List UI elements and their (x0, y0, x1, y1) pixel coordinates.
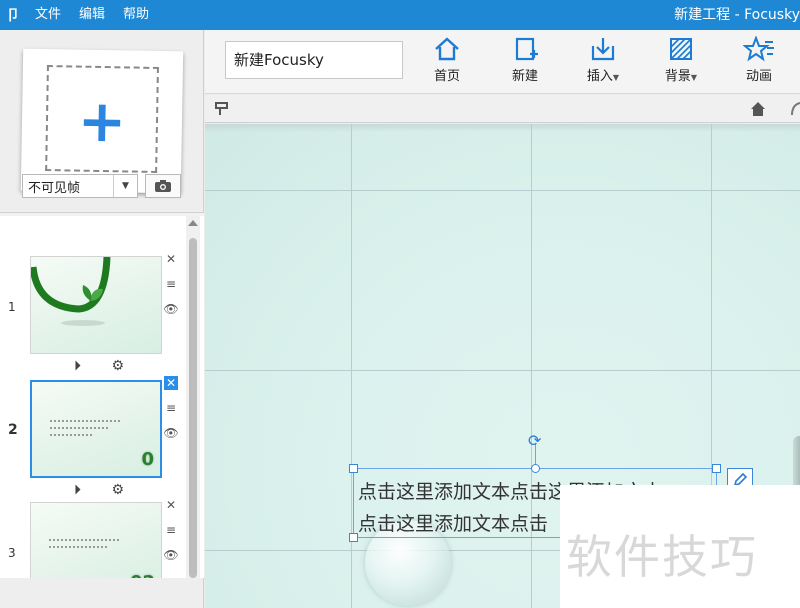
window-title: 新建工程 - Focusky (674, 7, 800, 23)
grid-line (205, 370, 800, 371)
animation-button[interactable]: 动画 (727, 36, 791, 90)
thumb-text-lines (49, 539, 125, 553)
gear-icon[interactable]: ⚙ (111, 358, 124, 374)
slide-controls: ✕ ≡ 👁︎ (163, 498, 180, 573)
resize-handle[interactable] (349, 533, 358, 542)
slide-controls: ✕ ≡ 👁︎ (163, 376, 180, 451)
slide-number: 1 (8, 300, 16, 314)
slide-number: 2 (8, 422, 18, 438)
watermark-overlay: 软件技巧 (560, 485, 800, 608)
text-line[interactable]: 点击这里添加文本点击 (358, 509, 548, 536)
slide-badge: 02 (130, 572, 155, 578)
chevron-down-icon[interactable]: ▼ (113, 175, 137, 197)
resize-handle[interactable] (712, 464, 721, 473)
background-label: 背景 (664, 69, 691, 84)
resize-handle[interactable] (349, 464, 358, 473)
home-button[interactable]: 首页 (415, 36, 479, 90)
background-icon (670, 38, 692, 60)
app-logo-icon: 卩 (6, 8, 20, 24)
menu-bar: 文件 编辑 帮助 (26, 0, 158, 30)
editing-canvas[interactable]: ⟳ 点击这里添加文本点击这里添加文本 点击这里添加文本点击 软件技巧 (205, 124, 800, 608)
dropdown-caret-icon: ▼ (690, 73, 698, 82)
close-icon[interactable]: ✕ (164, 498, 178, 512)
frame-type-select[interactable]: 不可见帧 ▼ (22, 174, 138, 198)
camera-button[interactable] (145, 174, 181, 198)
title-bar: 卩 文件 编辑 帮助 新建工程 - Focusky (0, 0, 800, 30)
watermark-text: 软件技巧 (566, 530, 758, 584)
menu-edit[interactable]: 编辑 (70, 0, 114, 30)
add-frame-button[interactable]: + (20, 48, 184, 194)
scroll-up-icon[interactable] (188, 220, 198, 226)
eye-icon[interactable]: 👁︎ (163, 548, 178, 562)
menu-icon[interactable]: ≡ (164, 277, 178, 291)
insert-label: 插入 (586, 69, 613, 84)
grid-line (205, 190, 800, 191)
eye-icon[interactable]: 👁︎ (163, 302, 178, 316)
gear-icon[interactable]: ⚙ (111, 482, 124, 498)
insert-button[interactable]: 插入▼ (571, 36, 635, 90)
play-icon[interactable]: ⏵ (74, 482, 81, 498)
slide-tools: ⏵ ⚙ (74, 482, 124, 498)
close-icon[interactable]: ✕ (164, 252, 178, 266)
eye-icon[interactable]: 👁︎ (163, 426, 178, 440)
animation-star-icon (743, 36, 774, 62)
home-view-icon[interactable] (750, 101, 766, 117)
new-frame-icon (515, 37, 538, 61)
thumb-text-lines (50, 420, 126, 441)
slide-number: 3 (8, 546, 16, 560)
leaf-ring-graphic (31, 257, 111, 326)
close-icon[interactable]: ✕ (164, 376, 178, 390)
animation-label: 动画 (745, 69, 772, 84)
slide-controls: ✕ ≡ 👁︎ (163, 252, 180, 327)
new-button[interactable]: 新建 (493, 36, 557, 90)
project-name-field[interactable]: 新建Focusky (225, 41, 403, 79)
slide-list-scrollbar[interactable] (186, 216, 200, 578)
slide-thumbnail[interactable]: 02 (30, 502, 162, 578)
slide-thumbnail[interactable] (30, 256, 162, 354)
plus-icon: + (77, 86, 127, 156)
slide-tools: ⏵ ⚙ (74, 358, 124, 374)
background-button[interactable]: 背景▼ (649, 36, 713, 90)
insert-icon (591, 38, 615, 61)
canvas-subbar (205, 95, 800, 123)
slide-item[interactable]: 3 02 ✕ ≡ 👁︎ (0, 498, 186, 578)
dropdown-caret-icon: ▼ (612, 73, 620, 82)
main-toolbar: 新建Focusky 首页 新建 插入▼ 背景▼ 动画 (205, 30, 800, 94)
menu-help[interactable]: 帮助 (114, 0, 158, 30)
format-painter-icon[interactable] (215, 102, 229, 116)
frame-type-value: 不可见帧 (28, 180, 81, 196)
menu-icon[interactable]: ≡ (164, 523, 178, 537)
scroll-thumb[interactable] (189, 238, 197, 578)
slide-badge: 0 (141, 449, 154, 470)
partial-icon[interactable] (790, 101, 800, 117)
resize-handle[interactable] (531, 464, 540, 473)
home-icon (435, 37, 459, 61)
home-label: 首页 (433, 69, 460, 84)
camera-icon (155, 180, 171, 192)
play-icon[interactable]: ⏵ (74, 358, 81, 374)
menu-file[interactable]: 文件 (26, 0, 70, 30)
slide-thumbnail[interactable]: 0 (30, 380, 162, 478)
rotate-handle-icon[interactable]: ⟳ (528, 431, 541, 450)
menu-icon[interactable]: ≡ (164, 401, 178, 415)
new-label: 新建 (511, 69, 538, 84)
slide-list[interactable]: 1 ✕ ≡ 👁︎ ⏵ ⚙ 2 0 ✕ ≡ 👁︎ ⏵ ⚙ 3 ✕ ≡ 👁︎ (0, 216, 204, 578)
